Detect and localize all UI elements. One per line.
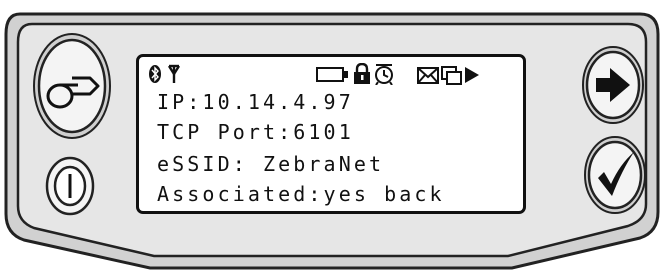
next-button[interactable]: [582, 46, 644, 124]
alarm-clock-icon: [375, 64, 393, 85]
power-button[interactable]: [45, 156, 95, 216]
status-bar: [149, 63, 479, 85]
lcd-line-tcp-port: TCP Port:6101: [157, 120, 354, 144]
lock-icon: [354, 63, 370, 84]
confirm-button[interactable]: [584, 136, 646, 214]
bluetooth-icon: [149, 65, 161, 83]
lcd-line-ip: IP:10.14.4.97: [157, 90, 354, 114]
antenna-icon: [167, 64, 181, 83]
lcd-line-essid: eSSID: ZebraNet: [157, 152, 385, 176]
feed-button[interactable]: [33, 33, 111, 139]
play-arrow-icon: [465, 67, 479, 83]
envelope-icon: [417, 67, 439, 84]
data-icon: [441, 66, 462, 85]
lcd-display: IP:10.14.4.97 TCP Port:6101 eSSID: Zebra…: [136, 54, 526, 214]
lcd-line-associated: Associated:yes back: [157, 182, 445, 206]
battery-icon: [316, 67, 348, 82]
